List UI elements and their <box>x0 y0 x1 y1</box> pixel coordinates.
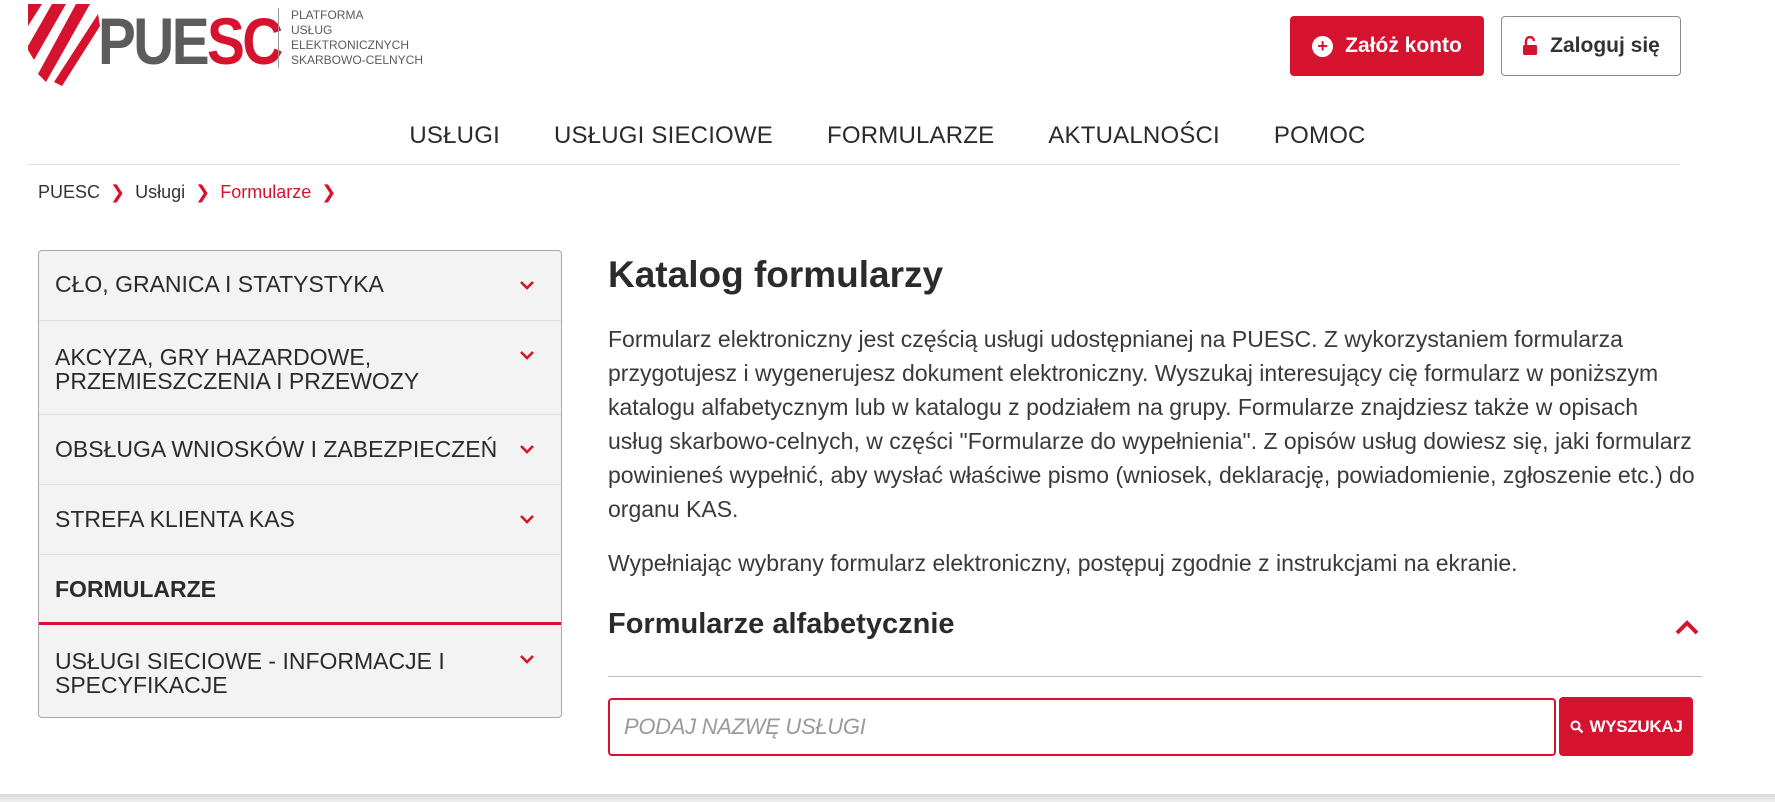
sidebar-item-label: CŁO, GRANICA I STATYSTYKA <box>55 271 384 297</box>
sidebar-item-label: AKCYZA, GRY HAZARDOWE, PRZEMIESZCZENIA I… <box>55 344 420 394</box>
logo-subtitle: PLATFORMA USŁUG ELEKTRONICZNYCH SKARBOWO… <box>291 8 423 68</box>
sidebar-item-formularze[interactable]: FORMULARZE <box>39 555 561 625</box>
page-title: Katalog formularzy <box>608 254 944 295</box>
nav-item-uslugi[interactable]: USŁUGI <box>382 122 527 150</box>
chevron-down-icon <box>520 515 534 524</box>
login-button[interactable]: Zaloguj się <box>1501 16 1681 76</box>
unlock-icon <box>1523 36 1538 55</box>
search-input[interactable] <box>608 698 1556 756</box>
breadcrumb-item-puesc[interactable]: PUESC <box>38 182 100 203</box>
breadcrumb-item-formularze[interactable]: Formularze <box>220 182 311 203</box>
register-button[interactable]: + Załóż konto <box>1290 16 1484 76</box>
logo-subtitle-line: SKARBOWO-CELNYCH <box>291 53 424 67</box>
breadcrumb-item-uslugi[interactable]: Usługi <box>135 182 185 203</box>
logo-subtitle-line: PLATFORMA <box>291 8 364 22</box>
sidebar-item-akcyza[interactable]: AKCYZA, GRY HAZARDOWE, PRZEMIESZCZENIA I… <box>39 321 561 415</box>
search-icon <box>1570 720 1583 733</box>
chevron-up-icon[interactable] <box>1674 617 1700 637</box>
login-button-label: Zaloguj się <box>1550 34 1660 57</box>
chevron-down-icon <box>520 655 534 664</box>
nav-item-aktualnosci[interactable]: AKTUALNOŚCI <box>1021 122 1247 150</box>
sidebar-item-label: FORMULARZE <box>55 576 216 602</box>
search-button-label: WYSZUKAJ <box>1589 716 1683 736</box>
instructions-paragraph: Wypełniając wybrany formularz elektronic… <box>608 550 1518 576</box>
chevron-right-icon: ❯ <box>110 182 126 202</box>
chevron-down-icon <box>520 445 534 454</box>
search-button[interactable]: WYSZUKAJ <box>1559 697 1693 756</box>
logo-subtitle-line: ELEKTRONICZNYCH <box>291 38 410 52</box>
logo-mark-icon <box>28 4 100 86</box>
chevron-down-icon <box>520 281 534 290</box>
nav-item-pomoc[interactable]: POMOC <box>1247 122 1393 150</box>
register-button-label: Załóż konto <box>1345 34 1462 57</box>
sidebar-item-uslugi-sieciowe[interactable]: USŁUGI SIECIOWE - INFORMACJE I SPECYFIKA… <box>39 625 561 717</box>
sidebar-item-obsluga-wnioskow[interactable]: OBSŁUGA WNIOSKÓW I ZABEZPIECZEŃ <box>39 415 561 485</box>
plus-circle-icon: + <box>1312 35 1334 57</box>
nav-divider <box>28 164 1680 165</box>
chevron-right-icon: ❯ <box>195 182 211 202</box>
nav-item-formularze[interactable]: FORMULARZE <box>800 122 1021 150</box>
logo-divider <box>278 8 279 68</box>
chevron-down-icon <box>520 351 534 360</box>
sidebar-menu: CŁO, GRANICA I STATYSTYKA AKCYZA, GRY HA… <box>38 250 562 718</box>
sidebar-item-label: OBSŁUGA WNIOSKÓW I ZABEZPIECZEŃ <box>55 436 498 462</box>
chevron-right-icon: ❯ <box>321 182 337 202</box>
section-divider <box>608 676 1702 677</box>
logo-subtitle-line: USŁUG <box>291 23 333 37</box>
logo-wordmark: PUESC <box>98 4 283 78</box>
sidebar-item-label: STREFA KLIENTA KAS <box>55 506 295 532</box>
nav-item-uslugi-sieciowe[interactable]: USŁUGI SIECIOWE <box>527 122 800 150</box>
section-title: Formularze alfabetycznie <box>608 608 955 640</box>
sidebar-item-clo-granica[interactable]: CŁO, GRANICA I STATYSTYKA <box>39 251 561 321</box>
puesc-logo[interactable]: PUESC <box>28 4 310 86</box>
page-bottom-edge <box>0 794 1775 802</box>
intro-paragraph: Formularz elektroniczny jest częścią usł… <box>608 326 1695 522</box>
main-navigation: USŁUGI USŁUGI SIECIOWE FORMULARZE AKTUAL… <box>0 122 1775 150</box>
breadcrumb: PUESC ❯ Usługi ❯ Formularze ❯ <box>38 182 346 203</box>
sidebar-item-strefa-klienta[interactable]: STREFA KLIENTA KAS <box>39 485 561 555</box>
sidebar-item-label: USŁUGI SIECIOWE - INFORMACJE I SPECYFIKA… <box>55 648 445 698</box>
